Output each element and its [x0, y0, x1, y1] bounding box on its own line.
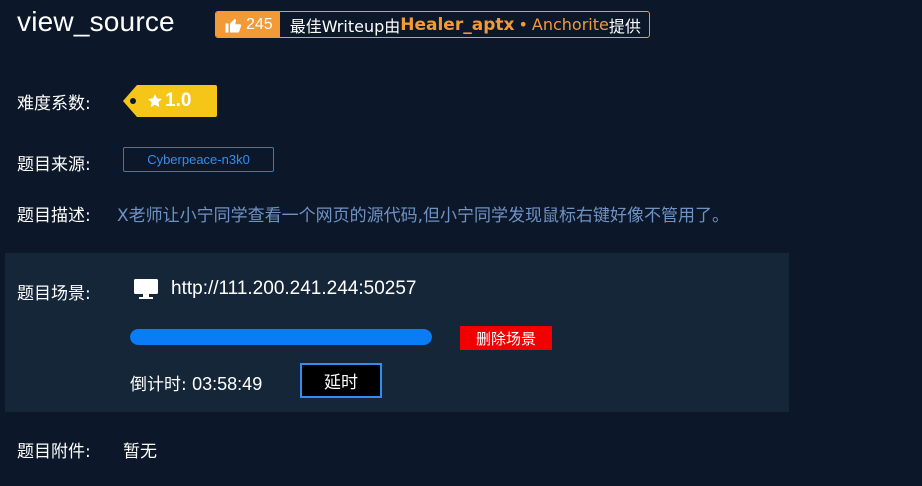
difficulty-tag: 1.0: [123, 85, 217, 117]
difficulty-value: 1.0: [165, 90, 192, 111]
writeup-info: 最佳Writeup由 Healer_aptx • Anchorite 提供: [280, 12, 649, 37]
difficulty-label: 难度系数:: [17, 94, 91, 114]
source-tag[interactable]: Cyberpeace-n3k0: [123, 147, 274, 172]
countdown: 倒计时: 03:58:49: [130, 370, 262, 395]
scene-url-link[interactable]: http://111.200.241.244:50257: [171, 278, 416, 300]
countdown-value: 03:58:49: [192, 374, 263, 394]
writeup-author-link[interactable]: Healer_aptx: [400, 15, 514, 35]
description-text: X老师让小宁同学查看一个网页的源代码,但小宁同学发现鼠标右键好像不管用了。: [117, 206, 730, 226]
source-label: 题目来源:: [17, 155, 91, 175]
writeup-suffix: 提供: [608, 16, 641, 36]
scene-progress-bar: [130, 329, 432, 345]
challenge-title: view_source: [17, 6, 175, 37]
scene-label: 题目场景:: [17, 284, 91, 304]
like-count: 245: [246, 15, 273, 33]
writeup-prefix: 最佳Writeup由: [289, 16, 401, 36]
delete-scene-button[interactable]: 删除场景: [460, 326, 552, 350]
writeup-separator: •: [518, 15, 528, 34]
writeup-team-link[interactable]: Anchorite: [532, 15, 609, 34]
monitor-icon: [134, 279, 158, 299]
writeup-badge[interactable]: 245 最佳Writeup由 Healer_aptx • Anchorite 提…: [215, 11, 650, 38]
like-button[interactable]: 245: [216, 12, 280, 37]
scene-progress-fill: [130, 329, 432, 345]
countdown-label: 倒计时:: [130, 375, 187, 395]
extend-time-button[interactable]: 延时: [300, 363, 382, 398]
attachment-label: 题目附件:: [17, 442, 91, 462]
attachment-value: 暂无: [123, 442, 157, 462]
thumbs-up-icon: [225, 18, 242, 32]
description-label: 题目描述:: [17, 206, 91, 226]
